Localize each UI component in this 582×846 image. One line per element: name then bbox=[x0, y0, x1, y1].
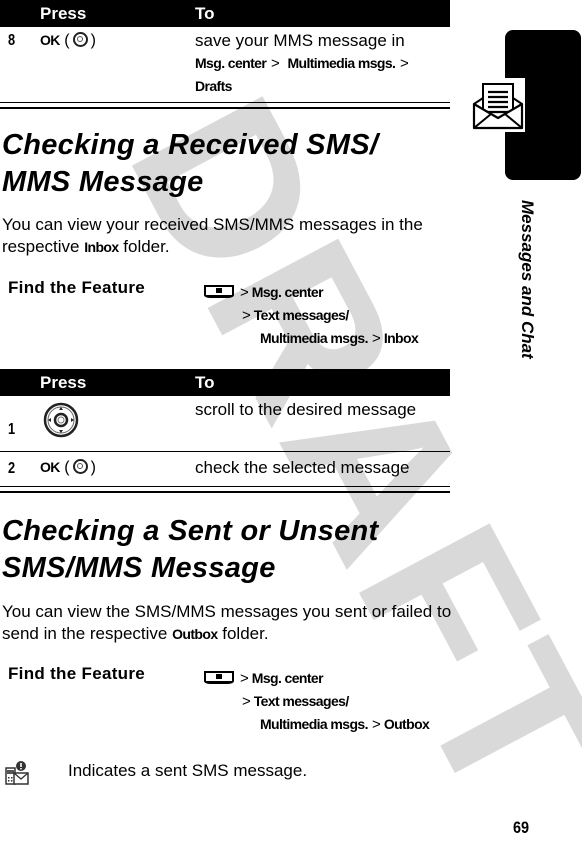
to-cell: scroll to the desired message bbox=[195, 400, 417, 419]
sent-sms-icon bbox=[5, 760, 29, 791]
menu-path-item: Multimedia msgs. bbox=[260, 330, 368, 346]
section-received-body: You can view your received SMS/MMS messa… bbox=[2, 214, 472, 258]
chapter-title: Messages and Chat bbox=[518, 200, 537, 359]
page-number: 69 bbox=[513, 818, 530, 837]
feature-path: > Msg. center > Text messages/ Multimedia … bbox=[204, 667, 430, 736]
header-to: To bbox=[195, 4, 215, 23]
open-envelope-message-icon bbox=[471, 78, 525, 132]
title-line: SMS/MMS Message bbox=[2, 552, 276, 584]
section-title: Checking a Sent or Unsent SMS/MMS Messag… bbox=[2, 513, 462, 587]
menu-path-item: Multimedia msgs. bbox=[260, 716, 368, 732]
indicator-description: Indicates a sent SMS message. bbox=[68, 761, 308, 780]
press-cell: OK () bbox=[40, 32, 96, 49]
inbox-keyword: Inbox bbox=[84, 239, 119, 255]
menu-path-item: Multimedia msgs. bbox=[287, 55, 396, 71]
table-header: Press To bbox=[0, 0, 450, 27]
table-row: 1 scroll to the desired message bbox=[0, 396, 450, 452]
menu-path-item: Text messages/ bbox=[253, 307, 349, 323]
path-separator: > bbox=[400, 55, 409, 72]
path-separator: > bbox=[372, 716, 381, 733]
section-received: Checking a Received SMS/ MMS Message bbox=[2, 127, 462, 201]
menu-path-item: Msg. center bbox=[251, 670, 324, 686]
menu-softkey-icon bbox=[204, 671, 234, 684]
table-end-rule bbox=[0, 102, 450, 109]
body-text: You can view the SMS/MMS messages you se… bbox=[2, 601, 480, 645]
find-feature-label: Find the Feature bbox=[8, 278, 146, 297]
find-feature-sent: Find the Feature > Msg. center > Text mess… bbox=[8, 664, 458, 734]
header-press: Press bbox=[40, 4, 87, 23]
path-separator: > bbox=[372, 330, 381, 347]
ok-key-label: OK bbox=[40, 32, 60, 48]
center-select-key-icon bbox=[72, 459, 88, 474]
table-row: 2 OK () check the selected message bbox=[0, 452, 450, 486]
section-sent-body: You can view the SMS/MMS messages you se… bbox=[2, 601, 480, 645]
menu-path-item: Text messages/ bbox=[253, 693, 349, 709]
header-press: Press bbox=[40, 373, 87, 392]
title-line: Checking a Received SMS/ bbox=[2, 129, 379, 161]
press-cell: OK () bbox=[40, 459, 96, 476]
to-cell: check the selected message bbox=[195, 458, 410, 477]
menu-path-item: Outbox bbox=[383, 716, 430, 732]
find-feature-label: Find the Feature bbox=[8, 664, 146, 683]
center-select-key-icon bbox=[72, 32, 88, 47]
menu-path-item: Inbox bbox=[383, 330, 419, 346]
menu-path-item: Drafts bbox=[195, 78, 232, 94]
body-text-part: You can view your received SMS/MMS messa… bbox=[2, 215, 423, 256]
menu-path-item: Msg. center bbox=[251, 284, 324, 300]
title-line: MMS Message bbox=[2, 166, 204, 198]
path-separator: > bbox=[240, 284, 249, 301]
find-feature-received: Find the Feature > Msg. center > Text mess… bbox=[8, 278, 458, 348]
path-separator: > bbox=[242, 307, 251, 324]
header-to: To bbox=[195, 373, 215, 392]
steps-table-top: Press To 8 OK () save your MMS message i… bbox=[0, 0, 450, 103]
table-header: Press To bbox=[0, 369, 450, 396]
table-end-rule bbox=[0, 486, 450, 493]
to-cell: save your MMS message in Msg. center > M… bbox=[195, 30, 450, 97]
menu-path-item: Msg. center bbox=[195, 55, 267, 71]
section-sent: Checking a Sent or Unsent SMS/MMS Messag… bbox=[2, 513, 462, 587]
body-text-part: folder. bbox=[217, 624, 269, 643]
table-row: 8 OK () save your MMS message in Msg. ce… bbox=[0, 27, 450, 103]
feature-path: > Msg. center > Text messages/ Multimedia … bbox=[204, 281, 419, 350]
path-separator: > bbox=[240, 670, 249, 687]
title-line: Checking a Sent or Unsent bbox=[2, 515, 379, 547]
menu-softkey-icon bbox=[204, 285, 234, 298]
body-text-part: folder. bbox=[118, 237, 170, 256]
body-text: You can view your received SMS/MMS messa… bbox=[2, 214, 472, 258]
step-number: 8 bbox=[8, 32, 16, 49]
step-number: 1 bbox=[8, 421, 16, 438]
to-text: save your MMS message in bbox=[195, 31, 405, 50]
path-separator: > bbox=[242, 693, 251, 710]
navigation-key-icon bbox=[43, 402, 79, 443]
ok-key-label: OK bbox=[40, 459, 60, 475]
path-separator: > bbox=[270, 55, 280, 72]
outbox-keyword: Outbox bbox=[172, 626, 218, 642]
section-title: Checking a Received SMS/ MMS Message bbox=[2, 127, 462, 201]
steps-table-received: Press To 1 scroll to the desired message… bbox=[0, 369, 450, 486]
step-number: 2 bbox=[8, 460, 16, 477]
